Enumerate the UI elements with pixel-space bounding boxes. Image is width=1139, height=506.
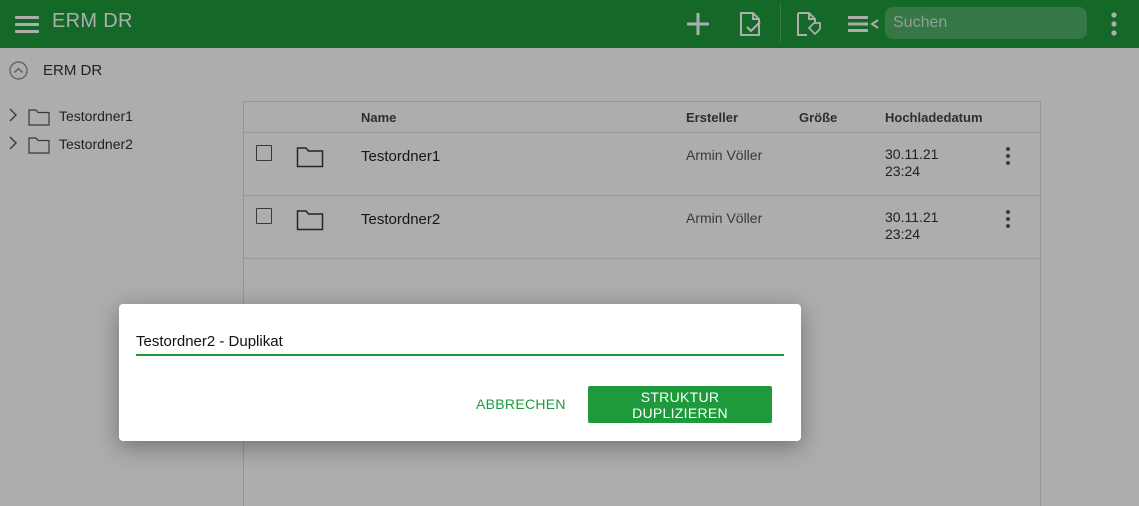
duplicate-name-input[interactable] <box>136 328 784 356</box>
cancel-button[interactable]: ABBRECHEN <box>470 386 570 422</box>
duplicate-structure-dialog: ABBRECHEN STRUKTUR DUPLIZIEREN <box>119 304 801 441</box>
duplicate-structure-button[interactable]: STRUKTUR DUPLIZIEREN <box>588 386 772 423</box>
